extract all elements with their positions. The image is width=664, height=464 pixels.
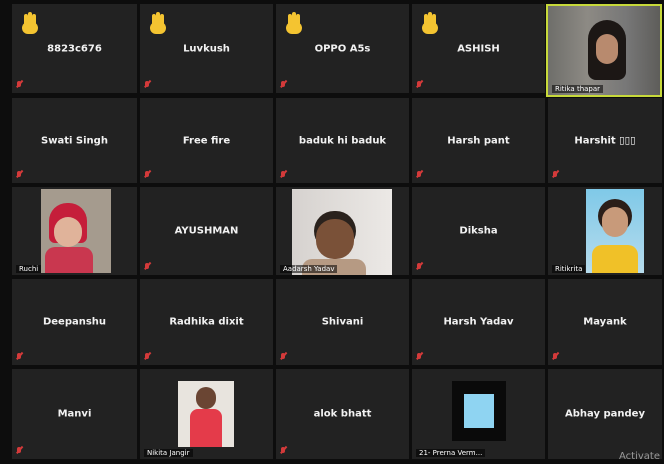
muted-mic-icon <box>144 171 150 179</box>
face <box>596 34 618 64</box>
participant-tile[interactable]: Radhika dixit <box>140 279 273 365</box>
participant-tile[interactable]: 8823c676 <box>12 4 137 93</box>
video-feed <box>586 189 644 273</box>
participant-tile[interactable]: OPPO A5s <box>276 4 409 93</box>
participant-name: Harsh Yadav <box>443 316 514 328</box>
participant-tile[interactable]: Diksha <box>412 187 545 275</box>
participant-tile[interactable]: Ruchi <box>12 187 137 275</box>
muted-mic-icon <box>552 171 558 179</box>
muted-mic-icon <box>280 353 286 361</box>
participant-name: baduk hi baduk <box>298 135 387 146</box>
participant-tile[interactable]: baduk hi baduk <box>276 98 409 183</box>
video-feed <box>452 381 506 441</box>
muted-mic-icon <box>16 447 22 455</box>
participant-tile[interactable]: Harsh pant <box>412 98 545 183</box>
video-feed <box>548 6 660 95</box>
muted-mic-icon <box>416 353 422 361</box>
muted-mic-icon <box>416 263 422 271</box>
participant-name: 21- Prerna Verm... <box>416 449 486 457</box>
participant-tile-active-speaker[interactable]: Ritika thapar <box>546 4 662 97</box>
participant-tile[interactable]: Harsh Yadav <box>412 279 545 365</box>
participant-name: AYUSHMAN <box>174 225 239 237</box>
participant-tile[interactable]: ASHISH <box>412 4 545 93</box>
participant-name: Deepanshu <box>42 316 107 328</box>
participant-name: Manvi <box>57 408 92 420</box>
participant-name: Radhika dixit <box>169 316 244 328</box>
participant-name: ASHISH <box>457 43 500 54</box>
participant-tile[interactable]: Luvkush <box>140 4 273 93</box>
face <box>602 207 628 237</box>
muted-mic-icon <box>144 353 150 361</box>
participant-name: Abhay pandey <box>565 408 645 420</box>
raised-hand-icon <box>148 12 168 36</box>
participant-tile[interactable]: Abhay pandey <box>548 369 662 459</box>
screen-placeholder <box>464 394 494 428</box>
face <box>196 387 216 409</box>
participant-name: Ritika thapar <box>552 85 604 93</box>
video-feed <box>41 189 111 273</box>
participant-name: Harsh pant <box>447 135 510 146</box>
muted-mic-icon <box>16 81 22 89</box>
participant-tile[interactable]: alok bhatt <box>276 369 409 459</box>
shirt <box>45 247 93 273</box>
participant-tile[interactable]: Ritikrita <box>548 187 662 275</box>
video-feed <box>292 189 392 275</box>
shirt <box>592 245 638 273</box>
raised-hand-icon <box>420 12 440 36</box>
participant-tile[interactable]: Manvi <box>12 369 137 459</box>
participant-name: Harshit ▯▯▯ <box>574 135 636 146</box>
participant-tile[interactable]: Aadarsh Yadav <box>276 187 409 275</box>
participant-name: OPPO A5s <box>314 43 371 54</box>
face <box>316 219 354 259</box>
participant-tile[interactable]: Nikita Jangir <box>140 369 273 459</box>
participant-name: Diksha <box>459 225 498 237</box>
participant-tile[interactable]: Swati Singh <box>12 98 137 183</box>
muted-mic-icon <box>416 81 422 89</box>
participant-name: Nikita Jangir <box>144 449 193 457</box>
participant-tile[interactable]: Free fire <box>140 98 273 183</box>
face <box>54 217 82 247</box>
raised-hand-icon <box>20 12 40 36</box>
raised-hand-icon <box>284 12 304 36</box>
participant-name: Ritikrita <box>552 265 586 273</box>
participant-name: Ruchi <box>16 265 42 273</box>
windows-activation-watermark: Activate <box>619 451 660 462</box>
muted-mic-icon <box>16 171 22 179</box>
muted-mic-icon <box>280 81 286 89</box>
shirt <box>190 409 222 447</box>
video-feed <box>178 381 234 447</box>
participant-name: Free fire <box>182 135 231 146</box>
muted-mic-icon <box>552 353 558 361</box>
participant-name: Swati Singh <box>41 135 108 146</box>
participant-tile[interactable]: Shivani <box>276 279 409 365</box>
participant-name: Mayank <box>583 316 627 328</box>
muted-mic-icon <box>280 171 286 179</box>
participant-name: Luvkush <box>183 43 230 54</box>
muted-mic-icon <box>416 171 422 179</box>
participant-tile[interactable]: Deepanshu <box>12 279 137 365</box>
participant-grid: 8823c676 Luvkush OPPO A5s ASHISH Ritika … <box>0 0 664 464</box>
participant-name: Shivani <box>321 316 364 328</box>
participant-tile[interactable]: AYUSHMAN <box>140 187 273 275</box>
participant-tile[interactable]: 21- Prerna Verm... <box>412 369 545 459</box>
muted-mic-icon <box>16 353 22 361</box>
muted-mic-icon <box>144 81 150 89</box>
participant-name: 8823c676 <box>47 43 102 54</box>
participant-tile[interactable]: Harshit ▯▯▯ <box>548 98 662 183</box>
muted-mic-icon <box>280 447 286 455</box>
muted-mic-icon <box>144 263 150 271</box>
participant-tile[interactable]: Mayank <box>548 279 662 365</box>
participant-name: Aadarsh Yadav <box>280 265 338 273</box>
participant-name: alok bhatt <box>313 408 372 420</box>
